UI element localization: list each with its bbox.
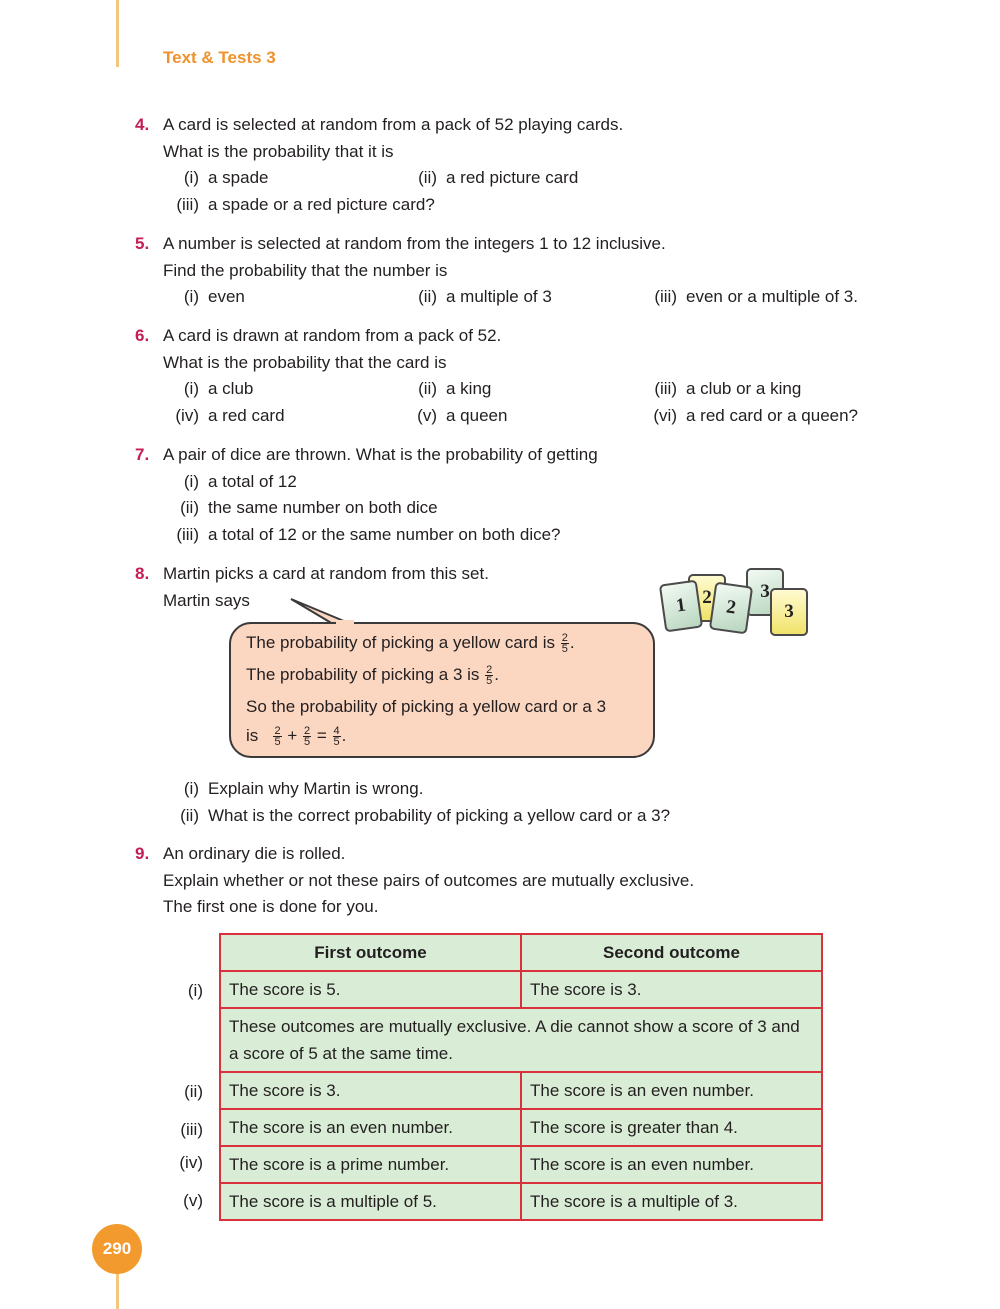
- table-row: The score is an even number. The score is…: [219, 1108, 823, 1147]
- part-iv: (iv) a red card: [175, 405, 285, 425]
- fraction: 25: [273, 725, 282, 749]
- question-number: 8.: [135, 564, 150, 583]
- question-text: What is the probability that the card is: [163, 352, 447, 372]
- fraction: 25: [560, 632, 569, 656]
- table-row: The score is 5. The score is 3.: [219, 970, 823, 1009]
- part-i: (i) even: [183, 287, 245, 306]
- question-number: 9.: [135, 844, 150, 863]
- question-text: A card is drawn at random from a pack of…: [163, 326, 502, 345]
- question-text: Find the probability that the number is: [163, 260, 448, 280]
- part-ii: (ii) a multiple of 3: [418, 287, 552, 306]
- card-set-illustration: 2 3 1 2 3: [656, 562, 816, 642]
- margin-rule-bottom: [116, 1268, 119, 1309]
- question-7: 7. A pair of dice are thrown. What is th…: [135, 442, 598, 548]
- part-ii: (ii) the same number on both dice: [180, 498, 438, 517]
- example-answer-row: These outcomes are mutually exclusive. A…: [219, 1007, 823, 1073]
- question-text: What is the probability that it is: [163, 141, 394, 161]
- question-text: A number is selected at random from the …: [163, 234, 666, 253]
- table-header-row: First outcome Second outcome: [219, 933, 823, 972]
- book-title: Text & Tests 3: [163, 48, 276, 67]
- martin-statement: The probability of picking a yellow card…: [246, 632, 607, 749]
- example-answer: These outcomes are mutually exclusive. A…: [219, 1007, 823, 1073]
- fraction: 25: [485, 664, 494, 688]
- row-label: (iv): [179, 1153, 203, 1172]
- page-number-badge: 290: [92, 1224, 142, 1274]
- card-green-1: 1: [658, 579, 704, 633]
- question-text: A card is selected at random from a pack…: [163, 115, 624, 134]
- margin-rule-top: [116, 0, 119, 67]
- part-ii: (ii) a king: [418, 379, 492, 398]
- question-4: 4. A card is selected at random from a p…: [135, 112, 623, 218]
- part-iii: (iii) a club or a king: [654, 379, 802, 398]
- fraction: 25: [302, 725, 312, 749]
- part-i: (i) Explain why Martin is wrong.: [183, 779, 424, 798]
- card-yellow-3: 3: [770, 588, 808, 636]
- question-5: 5. A number is selected at random from t…: [135, 231, 858, 311]
- question-text: Martin picks a card at random from this …: [163, 564, 489, 583]
- fraction: 45: [332, 725, 341, 749]
- header-first-outcome: First outcome: [219, 933, 522, 972]
- row-label: (v): [183, 1191, 203, 1210]
- question-text: The first one is done for you.: [163, 897, 379, 916]
- row-label: (ii): [184, 1082, 203, 1101]
- part-ii: (ii) a red picture card: [418, 168, 579, 187]
- question-text: Explain whether or not these pairs of ou…: [163, 870, 695, 890]
- card-green-2: 2: [708, 581, 754, 635]
- question-number: 5.: [135, 234, 150, 253]
- part-iii: (iii) a total of 12 or the same number on…: [176, 524, 561, 544]
- part-iii: (iii) a spade or a red picture card?: [176, 194, 435, 214]
- question-6: 6. A card is drawn at random from a pack…: [135, 323, 858, 429]
- part-ii: (ii) What is the correct probability of p…: [180, 805, 671, 825]
- part-i: (i) a total of 12: [183, 471, 297, 491]
- table-row: The score is 3. The score is an even numb…: [219, 1071, 823, 1110]
- table-row: The score is a multiple of 5. The score i…: [219, 1182, 823, 1221]
- header-second-outcome: Second outcome: [520, 933, 823, 972]
- question-text: An ordinary die is rolled.: [163, 844, 346, 863]
- table-row: The score is a prime number. The score is…: [219, 1145, 823, 1184]
- row-label: (iii): [180, 1120, 203, 1139]
- part-i: (i) a spade: [183, 168, 269, 187]
- outcomes-table: First outcome Second outcome The score i…: [219, 933, 823, 1221]
- question-number: 7.: [135, 445, 150, 464]
- question-9: 9. An ordinary die is rolled. Explain wh…: [135, 841, 694, 921]
- part-iii: (iii) even or a multiple of 3.: [654, 287, 858, 306]
- part-i: (i) a club: [183, 379, 254, 398]
- part-v: (v) a queen: [417, 405, 508, 425]
- question-text: A pair of dice are thrown. What is the p…: [163, 445, 598, 464]
- row-label: (i): [187, 981, 203, 1000]
- part-vi: (vi) a red card or a queen?: [653, 405, 859, 425]
- question-number: 4.: [135, 115, 150, 134]
- question-number: 6.: [135, 326, 150, 345]
